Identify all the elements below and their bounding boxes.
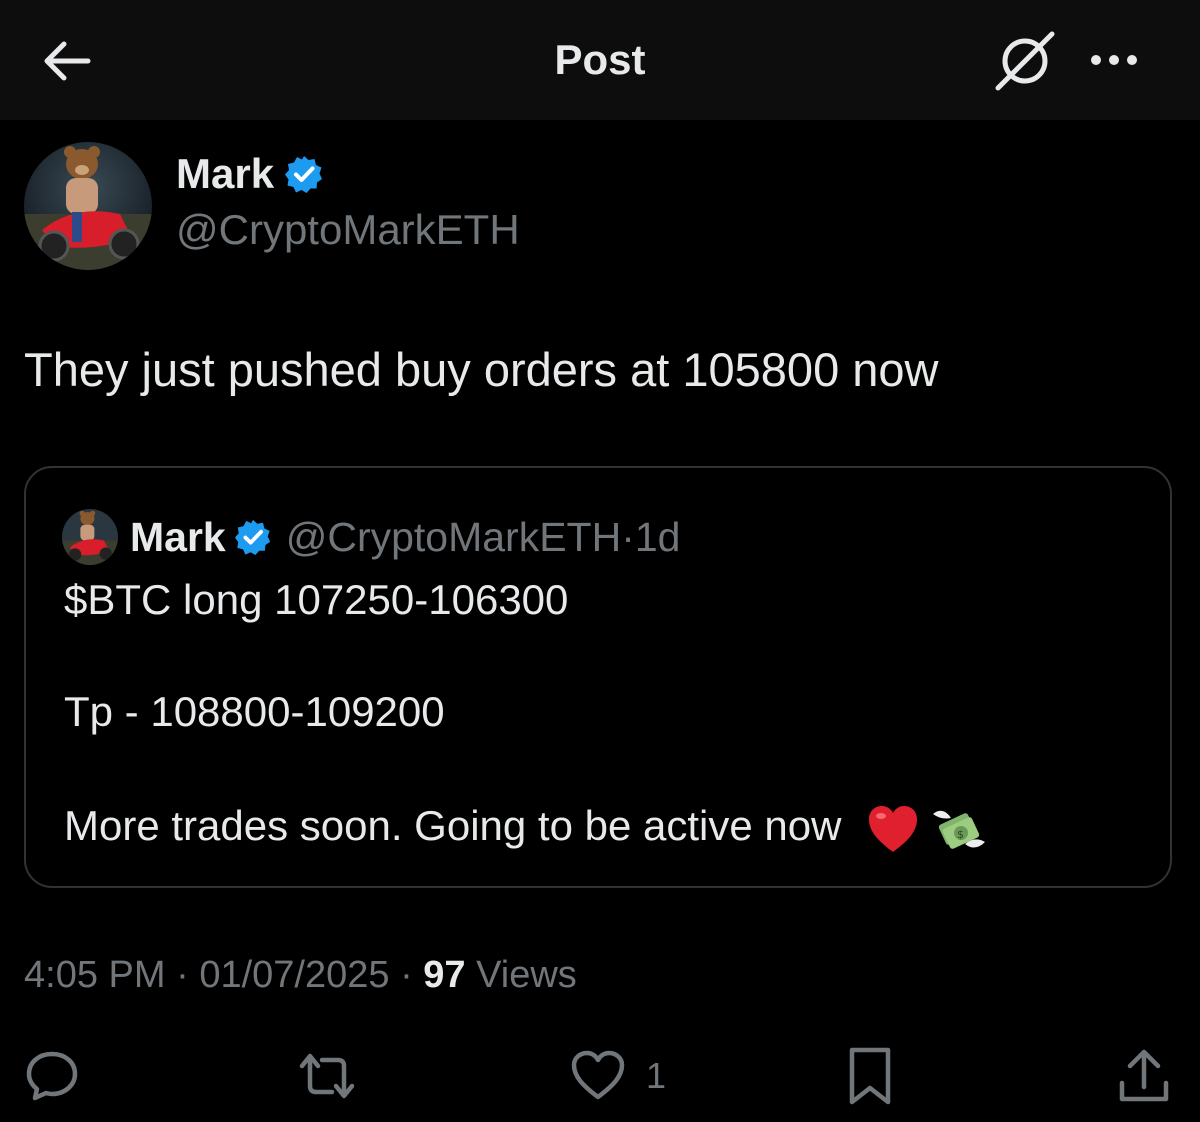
author-row: Mark @CryptoMarkETH	[24, 142, 924, 270]
quoted-line-1: $BTC long 107250-106300	[64, 576, 569, 623]
quoted-line-2: Tp - 108800-109200	[64, 688, 445, 735]
bookmark-icon	[849, 1047, 891, 1105]
quoted-age: 1d	[634, 513, 681, 560]
post-meta: 4:05 PM · 01/07/2025 · 97 Views	[24, 954, 577, 997]
like-button[interactable]: 1	[570, 1044, 666, 1108]
author-handle[interactable]: @CryptoMarkETH	[176, 206, 520, 254]
reply-icon	[26, 1051, 78, 1101]
quoted-line-3-text: More trades soon. Going to be active now	[64, 802, 842, 849]
emoji-group: $	[867, 804, 987, 854]
author-name-text: Mark	[176, 150, 275, 197]
quoted-separator: ·	[621, 513, 635, 560]
more-options-button[interactable]	[1084, 40, 1144, 80]
quoted-handle-text: @CryptoMarkETH	[285, 513, 622, 560]
quoted-post-card[interactable]: Mark @CryptoMarkETH·1d $BTC long 107250-…	[24, 466, 1172, 888]
back-button[interactable]	[40, 34, 94, 88]
money-with-wings-emoji: $	[933, 810, 986, 849]
post-text: They just pushed buy orders at 105800 no…	[24, 343, 939, 396]
bookmark-button[interactable]	[846, 1044, 894, 1108]
grok-button[interactable]	[994, 30, 1056, 92]
quoted-post-header: Mark @CryptoMarkETH·1d	[62, 508, 680, 566]
share-icon	[1119, 1049, 1169, 1102]
author-name[interactable]: Mark	[176, 150, 324, 198]
quoted-line-3: More trades soon. Going to be active now…	[64, 802, 987, 854]
meta-separator-1: ·	[176, 954, 189, 996]
svg-text:$: $	[957, 828, 964, 841]
top-bar: Post	[0, 0, 1200, 120]
quoted-avatar	[62, 509, 118, 565]
grok-icon	[995, 31, 1055, 91]
views-count: 97	[423, 954, 466, 996]
verified-badge-icon	[285, 156, 323, 193]
more-icon	[1091, 55, 1137, 65]
meta-separator-2: ·	[400, 954, 413, 996]
avatar[interactable]	[24, 142, 152, 270]
post-time: 4:05 PM	[24, 954, 166, 996]
verified-badge-icon	[234, 519, 270, 556]
repost-icon	[299, 1053, 355, 1099]
reply-button[interactable]	[24, 1044, 80, 1108]
back-arrow-icon	[44, 41, 91, 81]
quoted-author-name: Mark	[130, 513, 226, 560]
views-label: Views	[476, 954, 577, 996]
like-count: 1	[646, 1055, 667, 1096]
repost-button[interactable]	[296, 1044, 358, 1108]
post-date: 01/07/2025	[199, 954, 390, 996]
share-button[interactable]	[1116, 1044, 1172, 1108]
quoted-author-handle: @CryptoMarkETH·1d	[286, 514, 681, 561]
red-heart-emoji	[869, 805, 918, 852]
like-icon	[571, 1050, 625, 1100]
